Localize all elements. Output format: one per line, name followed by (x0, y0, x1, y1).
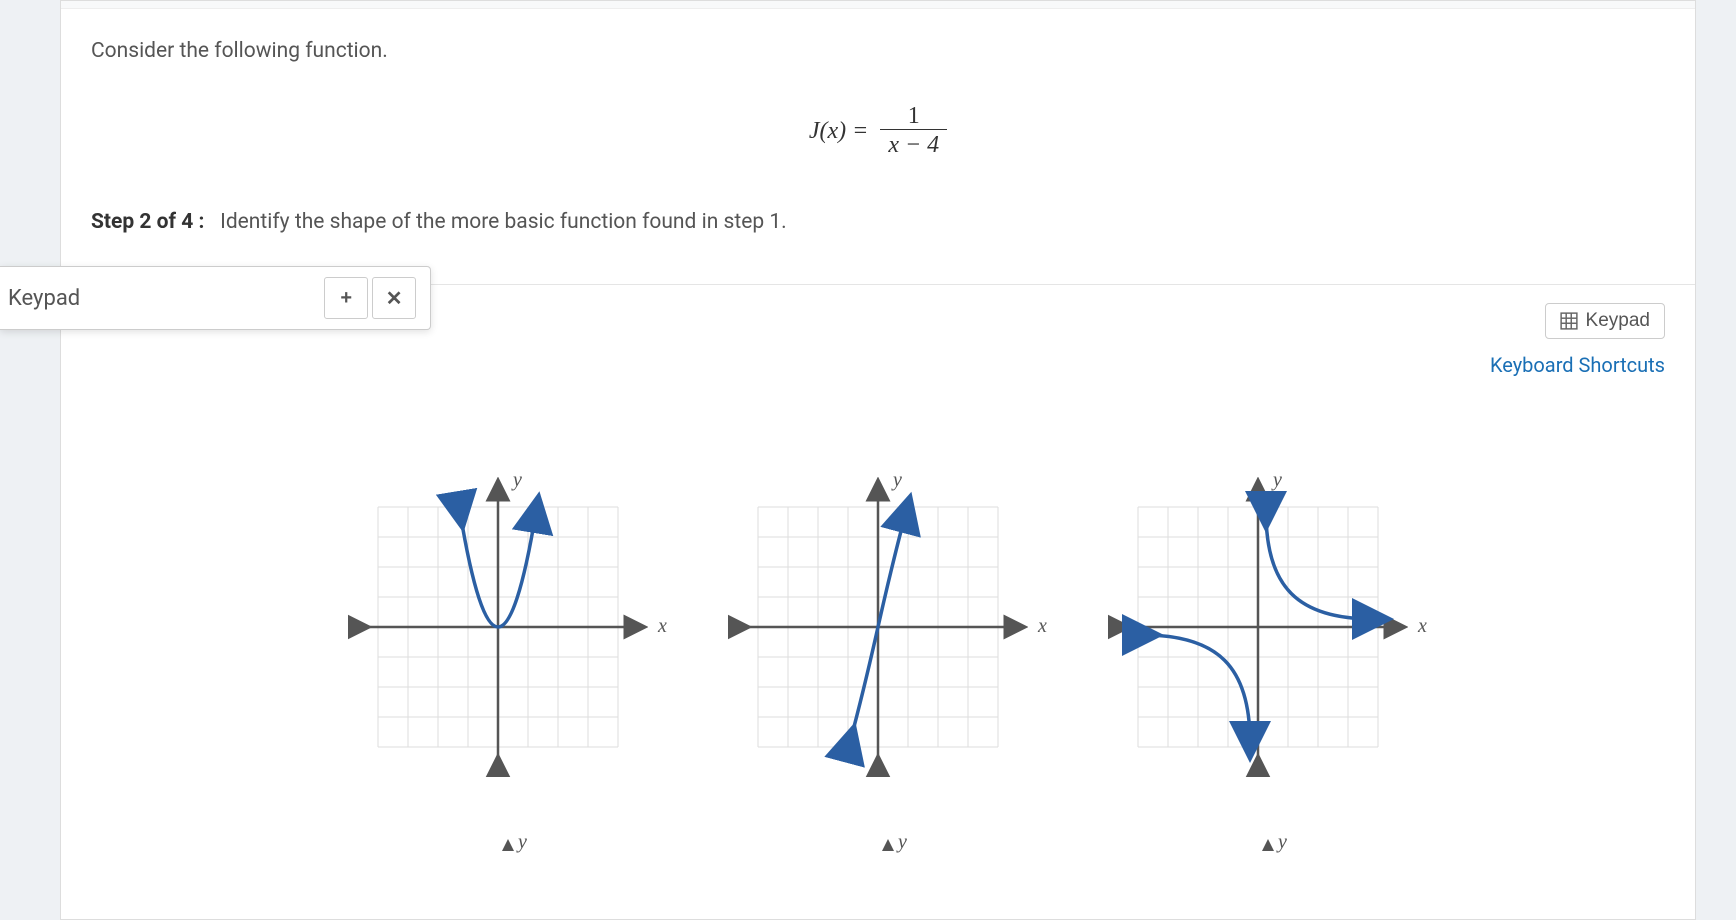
x-axis-label: x (1038, 615, 1047, 638)
parabola-graph-svg (348, 477, 648, 777)
step-text: Identify the shape of the more basic fun… (220, 210, 787, 234)
graph-option-peek-1[interactable]: y (348, 837, 648, 857)
graph-option-parabola[interactable]: y x (348, 477, 648, 777)
question-prompt: Consider the following function. (91, 39, 1665, 63)
formula-lhs: J(x) = (809, 118, 868, 144)
keypad-floating-palette[interactable]: Keypad + ✕ (0, 266, 431, 330)
function-formula: J(x) = 1 x − 4 (91, 103, 1665, 162)
graph-option-peek-2[interactable]: y (728, 837, 1028, 857)
step-label: Step 2 of 4 : (91, 210, 204, 234)
y-axis-label: y (513, 469, 522, 492)
y-axis-label: y (893, 469, 902, 492)
graph-options-row: y x (61, 477, 1695, 777)
cubic-graph-svg (728, 477, 1028, 777)
y-axis-label: y (1278, 831, 1287, 854)
keypad-button-label: Keypad (1586, 310, 1650, 332)
formula-numerator: 1 (880, 103, 947, 130)
keyboard-shortcuts-link[interactable]: Keyboard Shortcuts (1490, 353, 1665, 377)
keypad-button[interactable]: Keypad (1545, 303, 1665, 339)
y-axis-label: y (518, 831, 527, 854)
x-axis-label: x (1418, 615, 1427, 638)
x-axis-label: x (658, 615, 667, 638)
keypad-float-label: Keypad (4, 286, 320, 311)
graph-option-reciprocal[interactable]: y x (1108, 477, 1408, 777)
graph-options-row-2: y y y (61, 837, 1695, 857)
graph-option-peek-3[interactable]: y (1108, 837, 1408, 857)
question-card: Consider the following function. J(x) = … (60, 0, 1696, 920)
step-line: Step 2 of 4 : Identify the shape of the … (91, 210, 1665, 234)
reciprocal-graph-svg (1108, 477, 1408, 777)
card-top-bar (61, 1, 1695, 9)
keypad-grid-icon (1560, 312, 1578, 330)
graph-option-cubic[interactable]: y x (728, 477, 1028, 777)
y-axis-label: y (898, 831, 907, 854)
keypad-times-button[interactable]: ✕ (372, 277, 416, 319)
formula-denominator: x − 4 (880, 130, 947, 161)
keypad-plus-button[interactable]: + (324, 277, 368, 319)
y-axis-label: y (1273, 469, 1282, 492)
